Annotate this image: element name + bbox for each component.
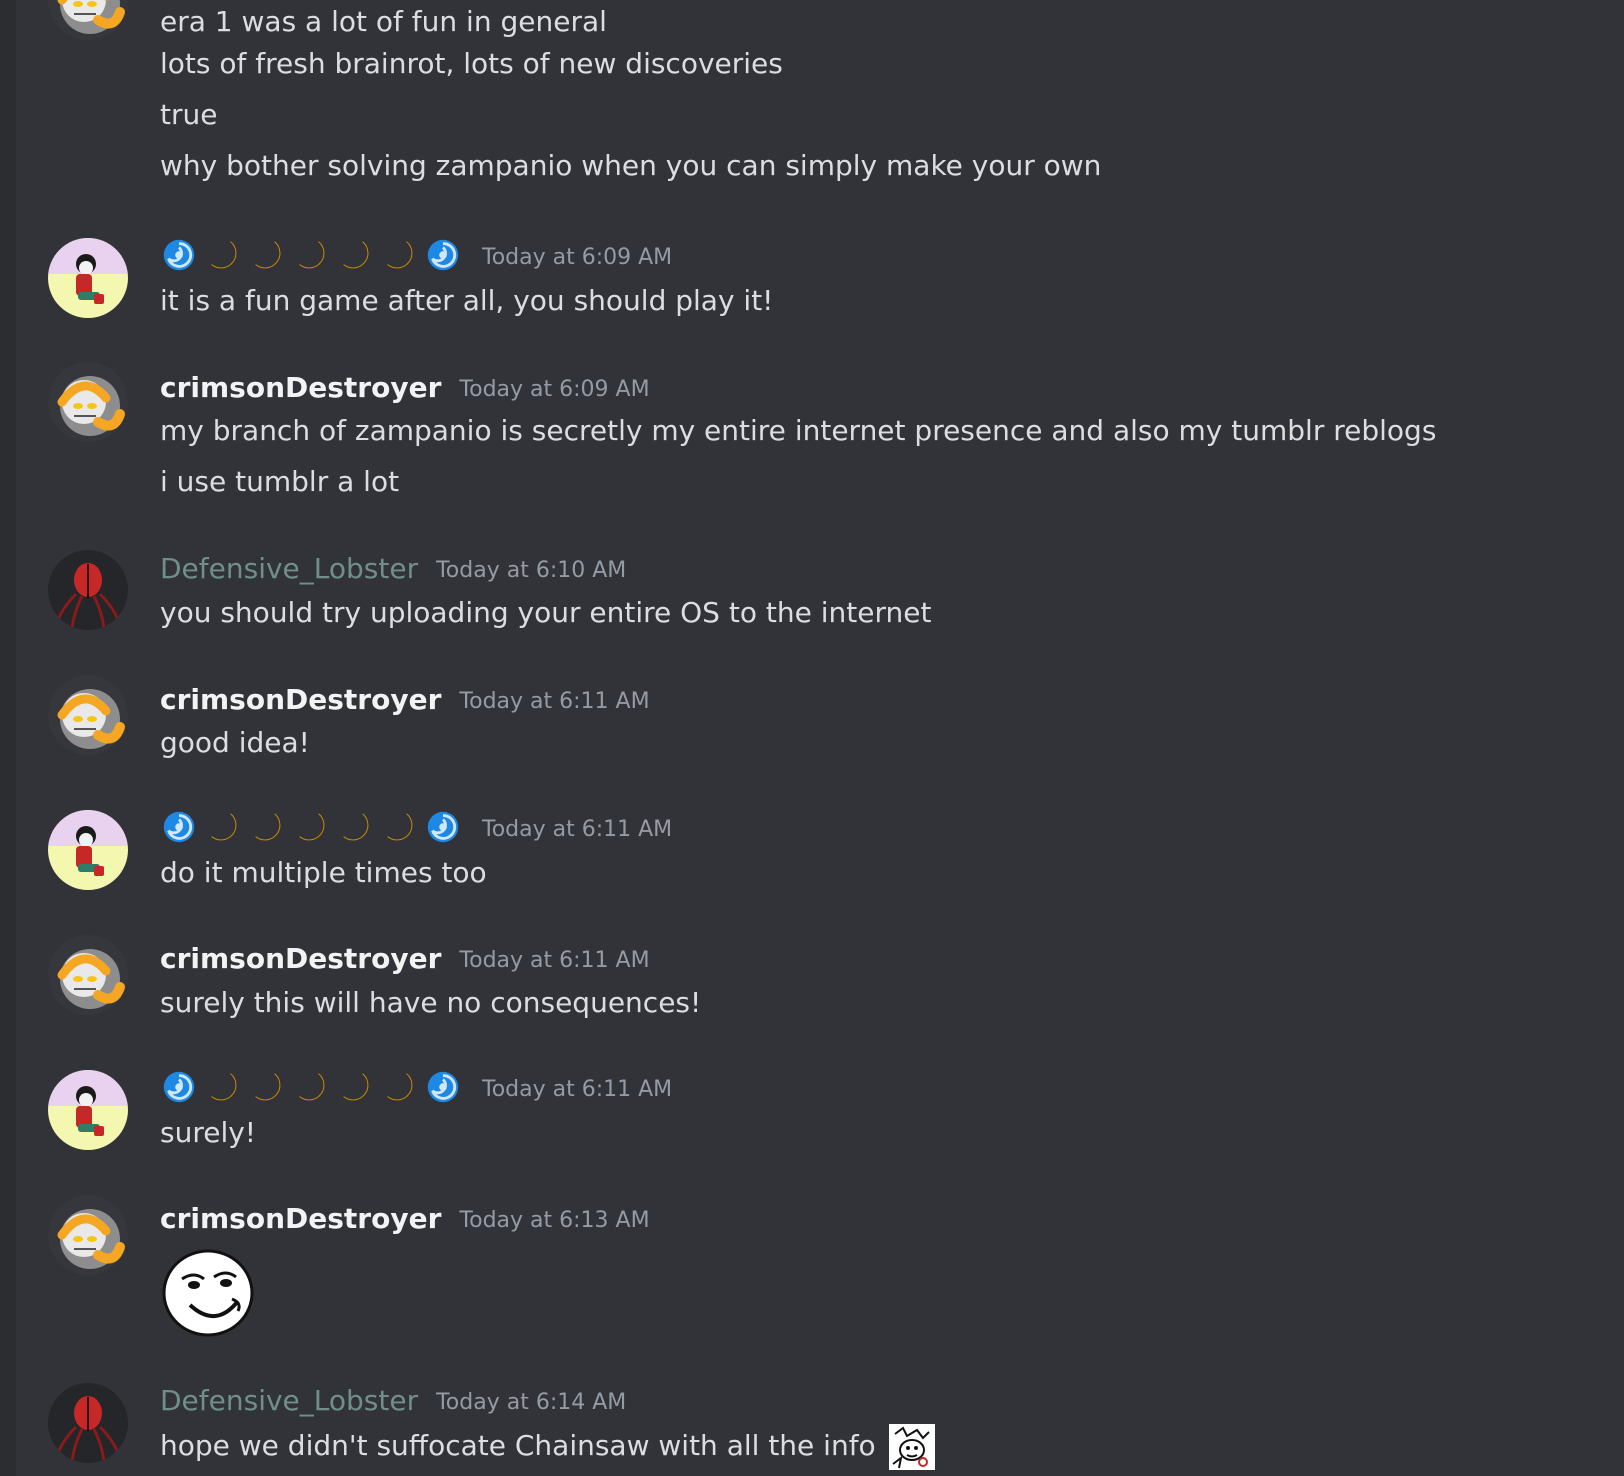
message-header: Today at 6:09 AM: [160, 235, 672, 275]
moon-icon: [380, 236, 418, 274]
message-text-with-emoji: hope we didn't suffocate Chainsaw with a…: [160, 1424, 935, 1470]
username[interactable]: crimsonDestroyer: [160, 683, 441, 716]
moon-username[interactable]: [160, 1068, 462, 1106]
message-text: surely!: [160, 1116, 257, 1149]
message-header: crimsonDestroyer Today at 6:11 AM: [160, 938, 650, 978]
avatar-defensive-lobster[interactable]: [48, 550, 128, 630]
message-text: surely this will have no consequences!: [160, 986, 702, 1019]
message-text: it is a fun game after all, you should p…: [160, 284, 774, 317]
swirl-icon: [424, 236, 462, 274]
moon-icon: [248, 808, 286, 846]
swirl-icon: [160, 236, 198, 274]
moon-icon: [380, 1068, 418, 1106]
chat-message-list[interactable]: era 1 was a lot of fun in general lots o…: [0, 0, 1624, 1476]
sketch-emoji[interactable]: [888, 1424, 935, 1470]
moon-icon: [380, 808, 418, 846]
message-header: crimsonDestroyer Today at 6:09 AM: [160, 367, 650, 407]
timestamp[interactable]: Today at 6:11 AM: [482, 1077, 672, 1102]
swirl-icon: [160, 808, 198, 846]
username[interactable]: Defensive_Lobster: [160, 552, 418, 585]
timestamp[interactable]: Today at 6:11 AM: [459, 689, 649, 714]
timestamp[interactable]: Today at 6:10 AM: [436, 558, 626, 583]
message-header: Today at 6:11 AM: [160, 807, 672, 847]
moon-icon: [204, 236, 242, 274]
moon-icon: [204, 1068, 242, 1106]
avatar-moon-user[interactable]: [48, 1070, 128, 1150]
message-header: Defensive_Lobster Today at 6:10 AM: [160, 548, 626, 588]
username[interactable]: crimsonDestroyer: [160, 942, 441, 975]
message-text: do it multiple times too: [160, 856, 487, 889]
timestamp[interactable]: Today at 6:14 AM: [436, 1390, 626, 1415]
moon-icon: [336, 808, 374, 846]
moon-username[interactable]: [160, 236, 462, 274]
left-rail: [0, 0, 16, 1476]
avatar-moon-user[interactable]: [48, 238, 128, 318]
timestamp[interactable]: Today at 6:11 AM: [459, 948, 649, 973]
message-header: Defensive_Lobster Today at 6:14 AM: [160, 1380, 626, 1420]
message-text: hope we didn't suffocate Chainsaw with a…: [160, 1429, 876, 1462]
avatar-crimsondestroyer[interactable]: [48, 0, 128, 40]
moon-icon: [336, 236, 374, 274]
swirl-icon: [160, 1068, 198, 1106]
moon-icon: [292, 236, 330, 274]
moon-icon: [292, 1068, 330, 1106]
message-header: crimsonDestroyer Today at 6:13 AM: [160, 1198, 650, 1238]
moon-icon: [292, 808, 330, 846]
avatar-defensive-lobster[interactable]: [48, 1383, 128, 1463]
username[interactable]: Defensive_Lobster: [160, 1384, 418, 1417]
message-text: lots of fresh brainrot, lots of new disc…: [160, 47, 783, 80]
message-text: i use tumblr a lot: [160, 465, 400, 498]
message-text: why bother solving zampanio when you can…: [160, 149, 1102, 182]
message-text: era 1 was a lot of fun in general: [160, 5, 607, 38]
swirl-icon: [424, 1068, 462, 1106]
moon-icon: [248, 236, 286, 274]
message-text: you should try uploading your entire OS …: [160, 596, 932, 629]
moon-username[interactable]: [160, 808, 462, 846]
smug-face-emoji[interactable]: [160, 1245, 256, 1341]
avatar-crimsondestroyer[interactable]: [48, 675, 128, 755]
timestamp[interactable]: Today at 6:11 AM: [482, 817, 672, 842]
avatar-crimsondestroyer[interactable]: [48, 1195, 128, 1275]
message-text: good idea!: [160, 726, 310, 759]
moon-icon: [204, 808, 242, 846]
message-header: crimsonDestroyer Today at 6:11 AM: [160, 679, 650, 719]
moon-icon: [248, 1068, 286, 1106]
avatar-crimsondestroyer[interactable]: [48, 935, 128, 1015]
avatar-moon-user[interactable]: [48, 810, 128, 890]
moon-icon: [336, 1068, 374, 1106]
timestamp[interactable]: Today at 6:09 AM: [459, 377, 649, 402]
message-text: my branch of zampanio is secretly my ent…: [160, 414, 1437, 447]
avatar-crimsondestroyer[interactable]: [48, 362, 128, 442]
message-text: true: [160, 98, 218, 131]
timestamp[interactable]: Today at 6:13 AM: [459, 1208, 649, 1233]
username[interactable]: crimsonDestroyer: [160, 371, 441, 404]
username[interactable]: crimsonDestroyer: [160, 1202, 441, 1235]
timestamp[interactable]: Today at 6:09 AM: [482, 245, 672, 270]
message-header: Today at 6:11 AM: [160, 1067, 672, 1107]
swirl-icon: [424, 808, 462, 846]
